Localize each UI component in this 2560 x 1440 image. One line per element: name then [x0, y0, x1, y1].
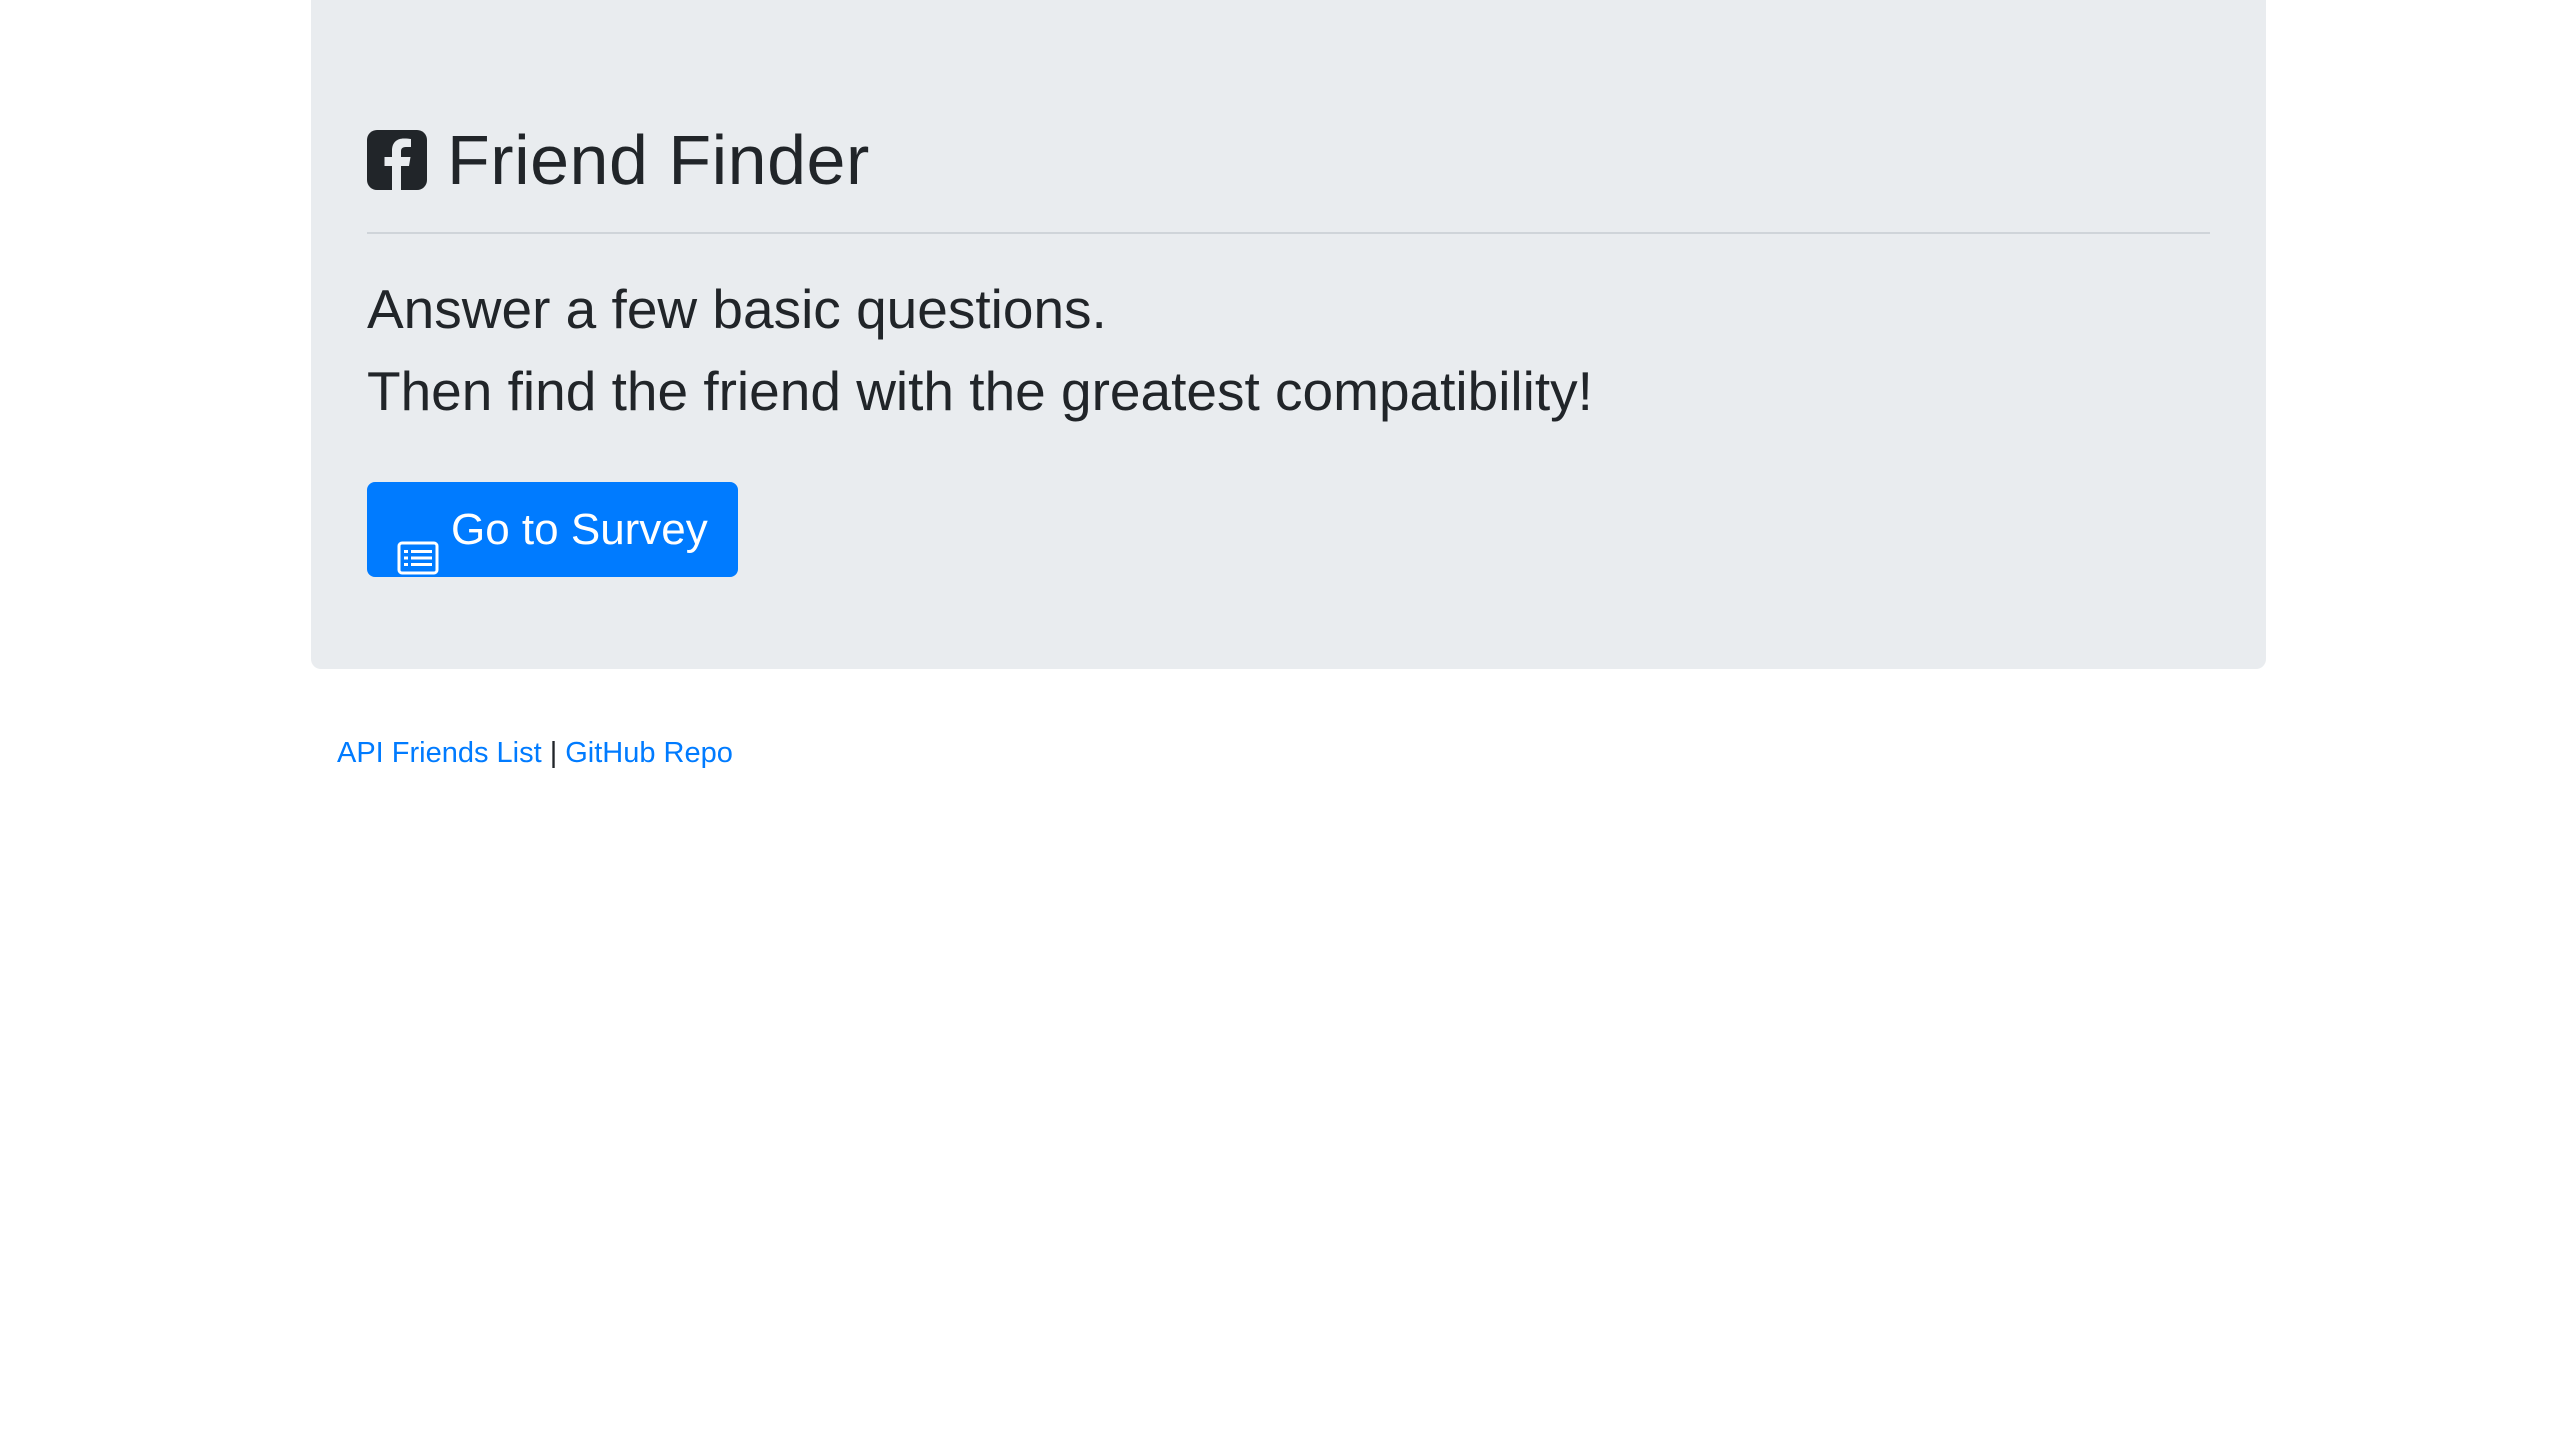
title-row: Friend Finder: [367, 118, 2210, 202]
main-container: Friend Finder Answer a few basic questio…: [311, 0, 2266, 773]
go-to-survey-label: Go to Survey: [451, 505, 708, 554]
footer-links: API Friends List | GitHub Repo: [311, 733, 2266, 773]
api-friends-list-link[interactable]: API Friends List: [337, 737, 542, 769]
facebook-square-icon: [367, 130, 427, 190]
title-divider: [367, 232, 2210, 234]
page-title: Friend Finder: [447, 121, 870, 199]
lead-line-2: Then find the friend with the greatest c…: [367, 360, 1593, 422]
footer-separator: |: [549, 737, 558, 769]
list-alt-icon: [397, 513, 439, 574]
lead-line-1: Answer a few basic questions.: [367, 278, 1107, 340]
github-repo-link[interactable]: GitHub Repo: [565, 737, 733, 769]
jumbotron: Friend Finder Answer a few basic questio…: [311, 0, 2266, 669]
go-to-survey-button[interactable]: Go to Survey: [367, 482, 738, 577]
